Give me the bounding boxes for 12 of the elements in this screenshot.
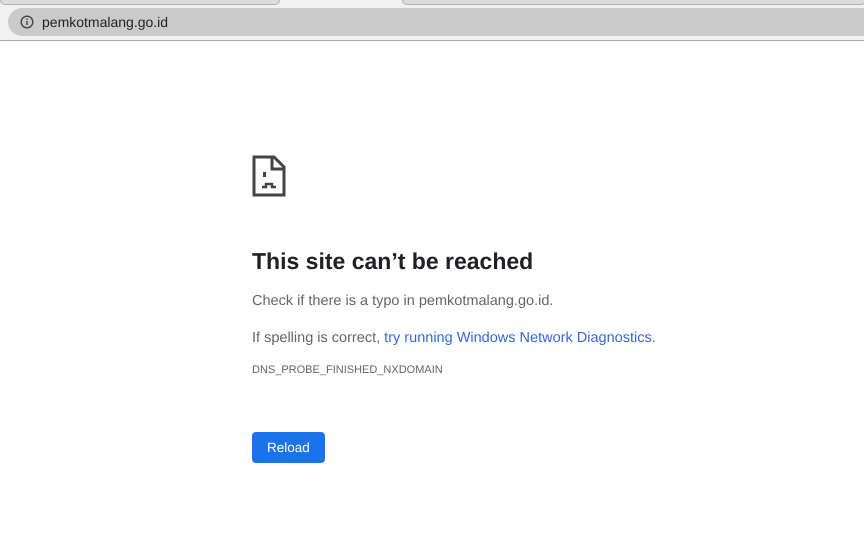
address-bar[interactable]: pemkotmalang.go.id <box>8 8 864 36</box>
info-icon <box>20 15 34 29</box>
suggestion-text: If spelling is correct, try running Windows Network Diagnostics. <box>252 329 657 348</box>
diagnostics-link[interactable]: try running Windows Network Diagnostics <box>384 330 652 346</box>
error-code: DNS_PROBE_FINISHED_NXDOMAIN <box>252 363 444 378</box>
browser-tab[interactable] <box>402 0 864 5</box>
browser-tab[interactable] <box>0 0 280 5</box>
sad-page-icon <box>252 155 286 197</box>
error-title: This site can’t be reached <box>252 247 534 276</box>
error-message: Check if there is a typo in pemkotmalang.go.id. <box>252 292 554 311</box>
reload-button[interactable]: Reload <box>252 432 325 463</box>
url-text: pemkotmalang.go.id <box>42 14 168 30</box>
